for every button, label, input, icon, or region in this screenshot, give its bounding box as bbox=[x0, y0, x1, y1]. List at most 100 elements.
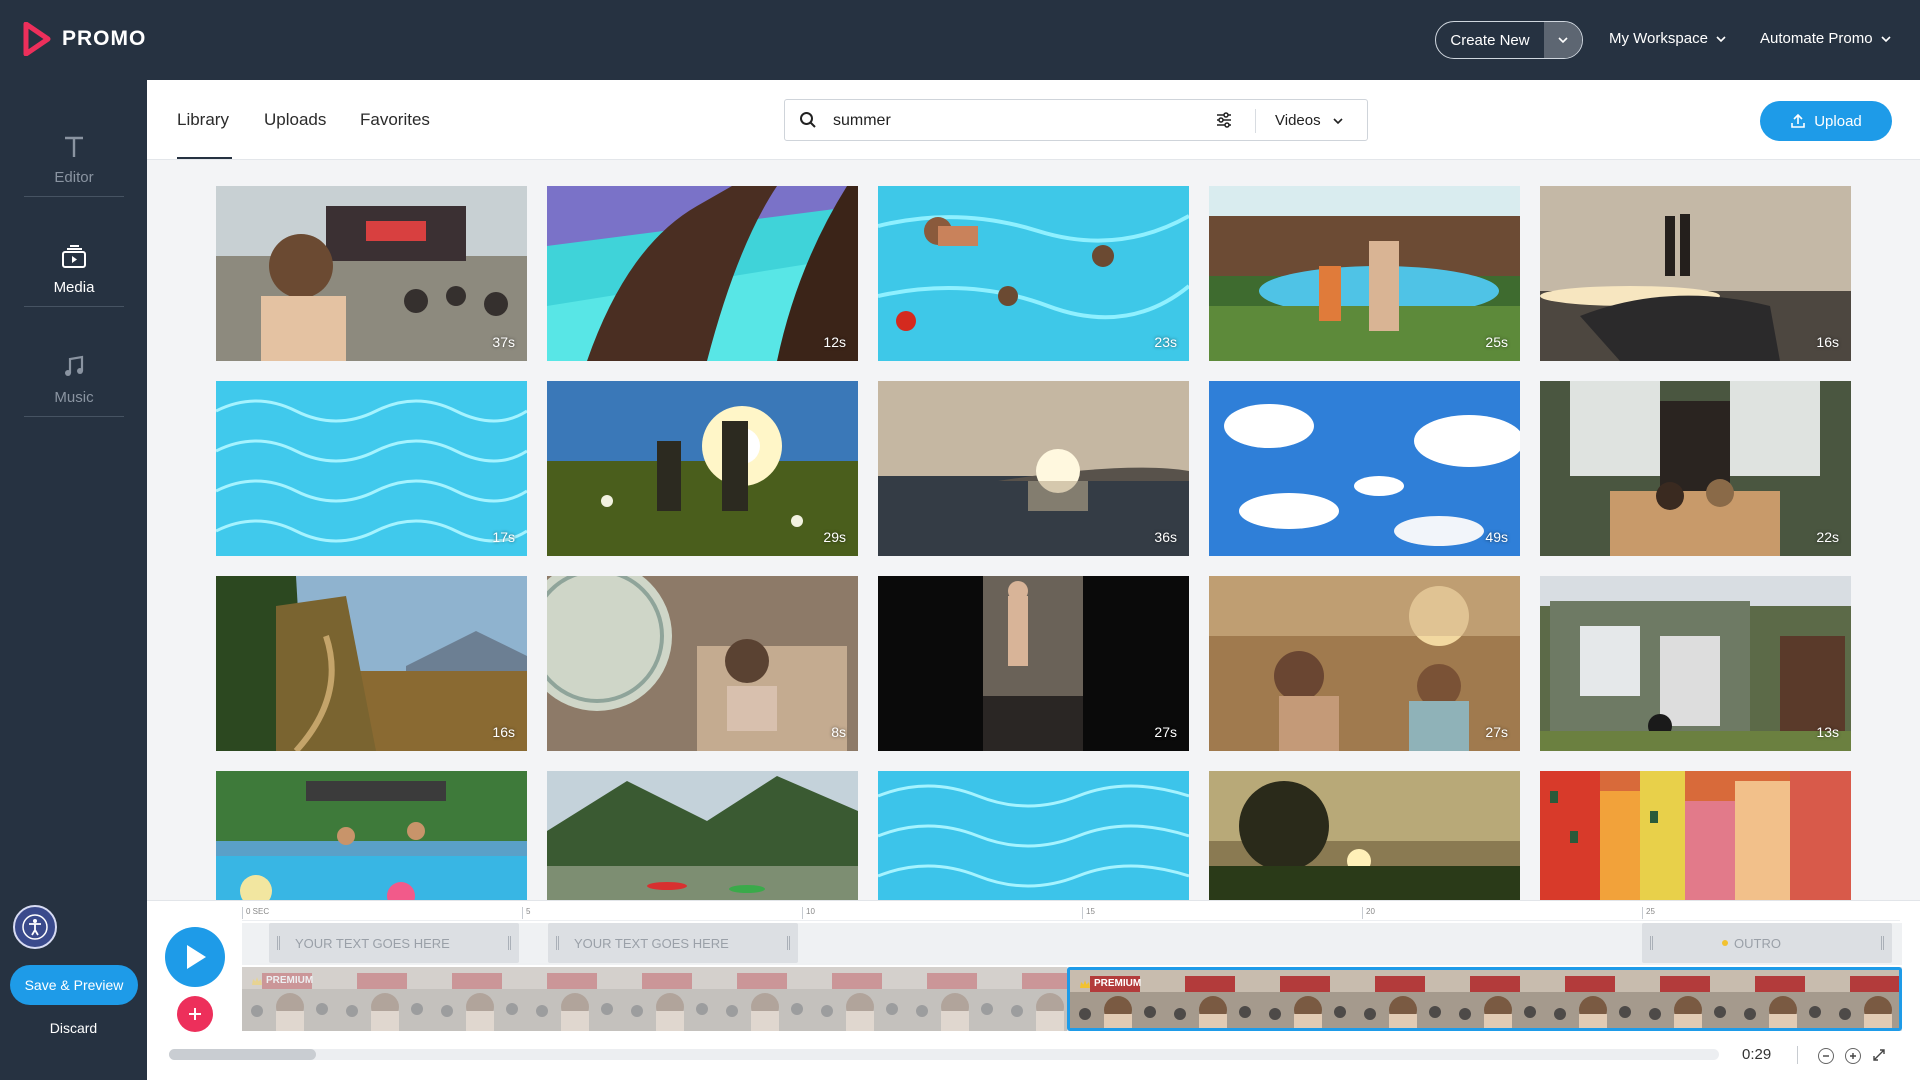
drag-handle[interactable] bbox=[556, 936, 559, 950]
outro-block[interactable]: OUTRO bbox=[1642, 923, 1892, 963]
thumbnail-duration: 36s bbox=[1154, 529, 1177, 545]
thumbnail-image bbox=[878, 576, 1189, 751]
text-block-label: YOUR TEXT GOES HERE bbox=[295, 935, 450, 951]
thumbnail-image bbox=[1209, 771, 1520, 900]
ruler-tick: 0 SEC bbox=[242, 907, 269, 919]
media-thumbnail[interactable]: 13s bbox=[1540, 576, 1851, 751]
media-thumbnail[interactable]: 16s bbox=[1540, 186, 1851, 361]
thumbnail-image bbox=[216, 576, 527, 751]
media-thumbnail[interactable]: 12s bbox=[547, 186, 858, 361]
drag-handle[interactable] bbox=[1881, 936, 1884, 950]
video-clip-selected[interactable]: PREMIUM bbox=[1067, 967, 1902, 1031]
workspace-menu[interactable]: My Workspace bbox=[1609, 30, 1726, 47]
sidebar-item-editor[interactable]: Editor bbox=[24, 105, 124, 215]
media-thumbnail[interactable]: 36s bbox=[878, 381, 1189, 556]
premium-label: PREMIUM bbox=[266, 975, 314, 986]
clip-filmstrip bbox=[1070, 970, 1899, 1028]
logo[interactable]: PROMO bbox=[22, 22, 146, 56]
create-new-dropdown[interactable] bbox=[1544, 22, 1582, 58]
expand-icon[interactable] bbox=[1872, 1048, 1886, 1062]
play-button[interactable] bbox=[165, 927, 225, 987]
thumbnail-duration: 13s bbox=[1816, 724, 1839, 740]
thumbnail-duration: 17s bbox=[492, 529, 515, 545]
thumbnail-image bbox=[1540, 771, 1851, 900]
automate-menu[interactable]: Automate Promo bbox=[1760, 30, 1891, 47]
media-thumbnail[interactable]: 17s bbox=[216, 381, 527, 556]
thumbnail-image bbox=[1540, 381, 1851, 556]
thumbnail-image bbox=[547, 576, 858, 751]
sidebar-item-label: Music bbox=[54, 388, 94, 406]
create-new-button[interactable]: Create New bbox=[1435, 21, 1583, 59]
timeline-ruler: 0 SEC 5 10 15 20 25 bbox=[242, 901, 1900, 921]
plus-icon bbox=[189, 1008, 201, 1020]
library-header: Library Uploads Favorites Videos Upload bbox=[147, 80, 1920, 160]
media-thumbnail[interactable]: 29s bbox=[547, 381, 858, 556]
accessibility-icon bbox=[22, 914, 48, 940]
chevron-down-icon bbox=[1716, 35, 1726, 42]
sidebar-item-media[interactable]: Media bbox=[24, 215, 124, 325]
premium-label: PREMIUM bbox=[1094, 978, 1142, 989]
sidebar-item-music[interactable]: Music bbox=[24, 325, 124, 435]
zoom-in-button[interactable] bbox=[1845, 1048, 1861, 1064]
plus-icon bbox=[1850, 1053, 1856, 1059]
media-thumbnail[interactable] bbox=[878, 771, 1189, 900]
text-block[interactable]: YOUR TEXT GOES HERE bbox=[269, 923, 519, 963]
media-thumbnail[interactable]: 23s bbox=[878, 186, 1189, 361]
media-thumbnail[interactable]: 27s bbox=[878, 576, 1189, 751]
sidebar-divider bbox=[24, 306, 124, 307]
upload-label: Upload bbox=[1814, 112, 1862, 130]
media-thumbnail[interactable]: 37s bbox=[216, 186, 527, 361]
media-thumbnail[interactable]: 8s bbox=[547, 576, 858, 751]
media-thumbnail[interactable] bbox=[547, 771, 858, 900]
search-input[interactable] bbox=[833, 108, 1193, 134]
scrollbar-thumb[interactable] bbox=[169, 1049, 316, 1060]
thumbnail-duration: 16s bbox=[1816, 334, 1839, 350]
thumbnail-duration: 25s bbox=[1485, 334, 1508, 350]
search-divider bbox=[1255, 109, 1256, 133]
text-t-icon bbox=[65, 136, 83, 157]
accessibility-button[interactable] bbox=[13, 905, 57, 949]
media-thumbnail[interactable]: 25s bbox=[1209, 186, 1520, 361]
chevron-down-icon bbox=[1880, 35, 1891, 42]
sidebar-divider bbox=[24, 196, 124, 197]
search-icon bbox=[800, 112, 816, 128]
premium-badge: PREMIUM bbox=[252, 975, 313, 986]
discard-link[interactable]: Discard bbox=[0, 1020, 147, 1036]
zoom-out-button[interactable] bbox=[1818, 1048, 1834, 1064]
minus-icon bbox=[1823, 1055, 1829, 1057]
thumbnail-duration: 23s bbox=[1154, 334, 1177, 350]
tab-uploads[interactable]: Uploads bbox=[264, 110, 326, 130]
text-block[interactable]: YOUR TEXT GOES HERE bbox=[548, 923, 798, 963]
media-thumbnail[interactable] bbox=[1540, 771, 1851, 900]
drag-handle[interactable] bbox=[1650, 936, 1653, 950]
active-tab-indicator bbox=[177, 157, 232, 159]
media-thumbnail[interactable]: 22s bbox=[1540, 381, 1851, 556]
thumbnail-image bbox=[878, 381, 1189, 556]
promo-logo-icon bbox=[23, 22, 51, 56]
thumbnail-image bbox=[1540, 186, 1851, 361]
timeline-scrollbar[interactable] bbox=[169, 1049, 1719, 1060]
media-thumbnail[interactable]: 16s bbox=[216, 576, 527, 751]
play-icon bbox=[187, 945, 206, 969]
media-type-select[interactable]: Videos bbox=[1275, 112, 1343, 129]
media-thumbnail[interactable] bbox=[216, 771, 527, 900]
search-bar: Videos bbox=[784, 99, 1368, 141]
drag-handle[interactable] bbox=[277, 936, 280, 950]
save-preview-button[interactable]: Save & Preview bbox=[10, 965, 138, 1005]
media-thumbnail[interactable]: 27s bbox=[1209, 576, 1520, 751]
thumbnail-image bbox=[878, 186, 1189, 361]
crown-icon bbox=[252, 976, 262, 985]
media-thumbnail[interactable] bbox=[1209, 771, 1520, 900]
tab-library[interactable]: Library bbox=[177, 110, 229, 130]
drag-handle[interactable] bbox=[508, 936, 511, 950]
top-bar: PROMO Create New My Workspace Automate P… bbox=[0, 0, 1920, 80]
add-scene-button[interactable] bbox=[177, 996, 213, 1032]
tab-favorites[interactable]: Favorites bbox=[360, 110, 430, 130]
drag-handle[interactable] bbox=[787, 936, 790, 950]
upload-button[interactable]: Upload bbox=[1760, 101, 1892, 141]
media-thumbnail[interactable]: 49s bbox=[1209, 381, 1520, 556]
sidebar-item-label: Media bbox=[53, 278, 95, 296]
filter-sliders-icon[interactable] bbox=[1215, 111, 1233, 129]
thumbnail-image bbox=[547, 381, 858, 556]
video-clip[interactable]: PREMIUM bbox=[242, 967, 1067, 1031]
